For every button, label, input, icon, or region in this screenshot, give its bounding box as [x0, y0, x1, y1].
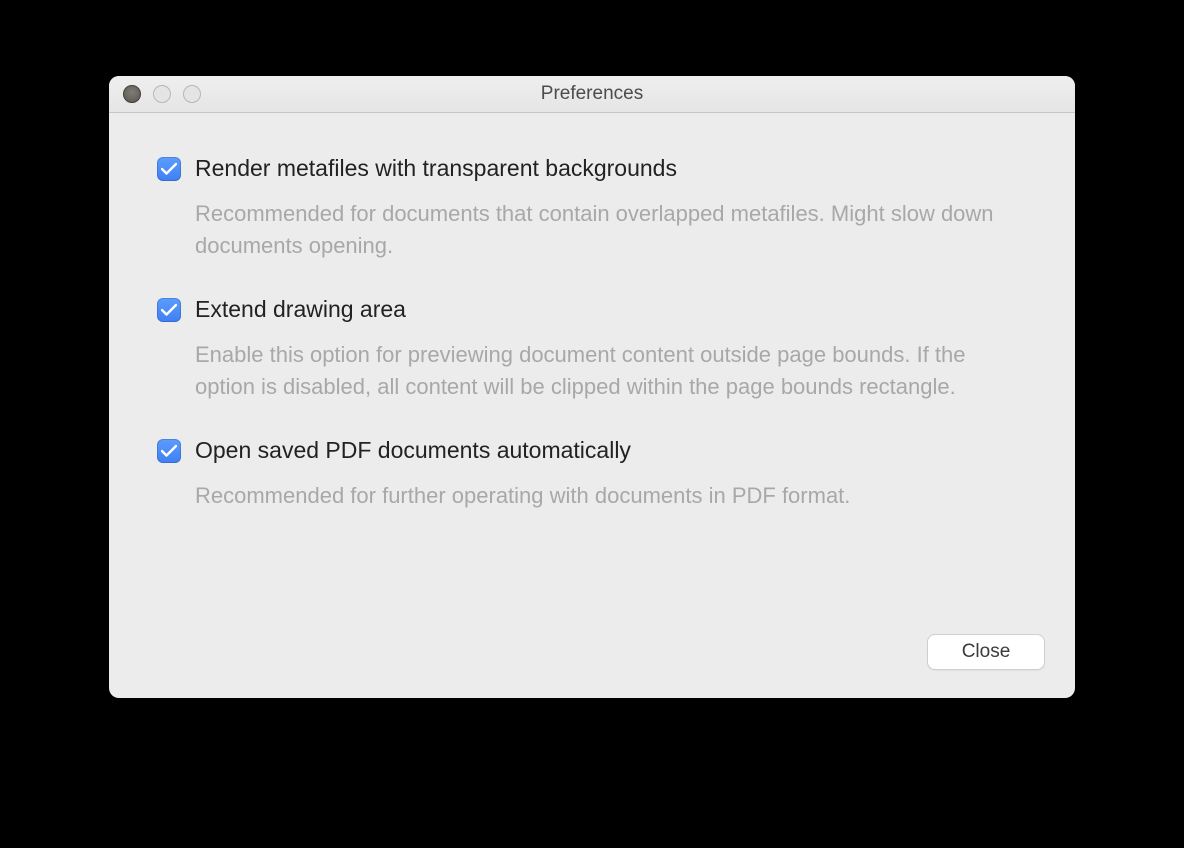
- window-minimize-button[interactable]: [153, 85, 171, 103]
- pref-desc-open-pdf-automatically: Recommended for further operating with d…: [195, 480, 1015, 512]
- window-title: Preferences: [541, 83, 643, 105]
- checkmark-icon: [161, 444, 177, 458]
- pref-desc-transparent-metafiles: Recommended for documents that contain o…: [195, 198, 1015, 262]
- checkbox-transparent-metafiles[interactable]: [157, 157, 181, 181]
- pref-label-transparent-metafiles: Render metafiles with transparent backgr…: [195, 153, 677, 184]
- checkmark-icon: [161, 162, 177, 176]
- window-close-button[interactable]: [123, 85, 141, 103]
- checkmark-icon: [161, 303, 177, 317]
- window-controls: [123, 85, 201, 103]
- pref-row-extend-drawing-area: Extend drawing area: [157, 294, 1027, 325]
- pref-desc-extend-drawing-area: Enable this option for previewing docume…: [195, 339, 1015, 403]
- preferences-content: Render metafiles with transparent backgr…: [109, 113, 1075, 532]
- pref-row-transparent-metafiles: Render metafiles with transparent backgr…: [157, 153, 1027, 184]
- titlebar: Preferences: [109, 76, 1075, 113]
- checkbox-extend-drawing-area[interactable]: [157, 298, 181, 322]
- pref-label-open-pdf-automatically: Open saved PDF documents automatically: [195, 435, 631, 466]
- pref-label-extend-drawing-area: Extend drawing area: [195, 294, 406, 325]
- dialog-footer: Close: [927, 634, 1045, 670]
- preferences-window: Preferences Render metafiles with transp…: [109, 76, 1075, 698]
- window-zoom-button[interactable]: [183, 85, 201, 103]
- checkbox-open-pdf-automatically[interactable]: [157, 439, 181, 463]
- close-button[interactable]: Close: [927, 634, 1045, 670]
- pref-row-open-pdf-automatically: Open saved PDF documents automatically: [157, 435, 1027, 466]
